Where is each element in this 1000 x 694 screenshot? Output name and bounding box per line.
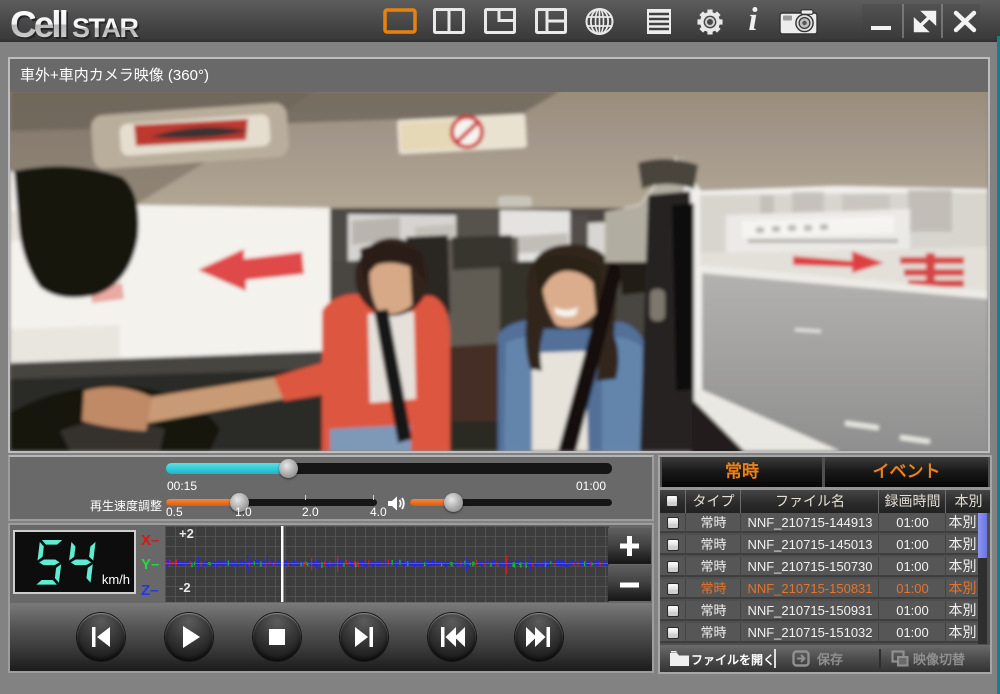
svg-text:+2: +2 — [179, 526, 194, 541]
svg-text:Cell: Cell — [10, 4, 67, 41]
svg-text:STAR: STAR — [72, 13, 138, 41]
svg-text:-2: -2 — [179, 580, 191, 595]
